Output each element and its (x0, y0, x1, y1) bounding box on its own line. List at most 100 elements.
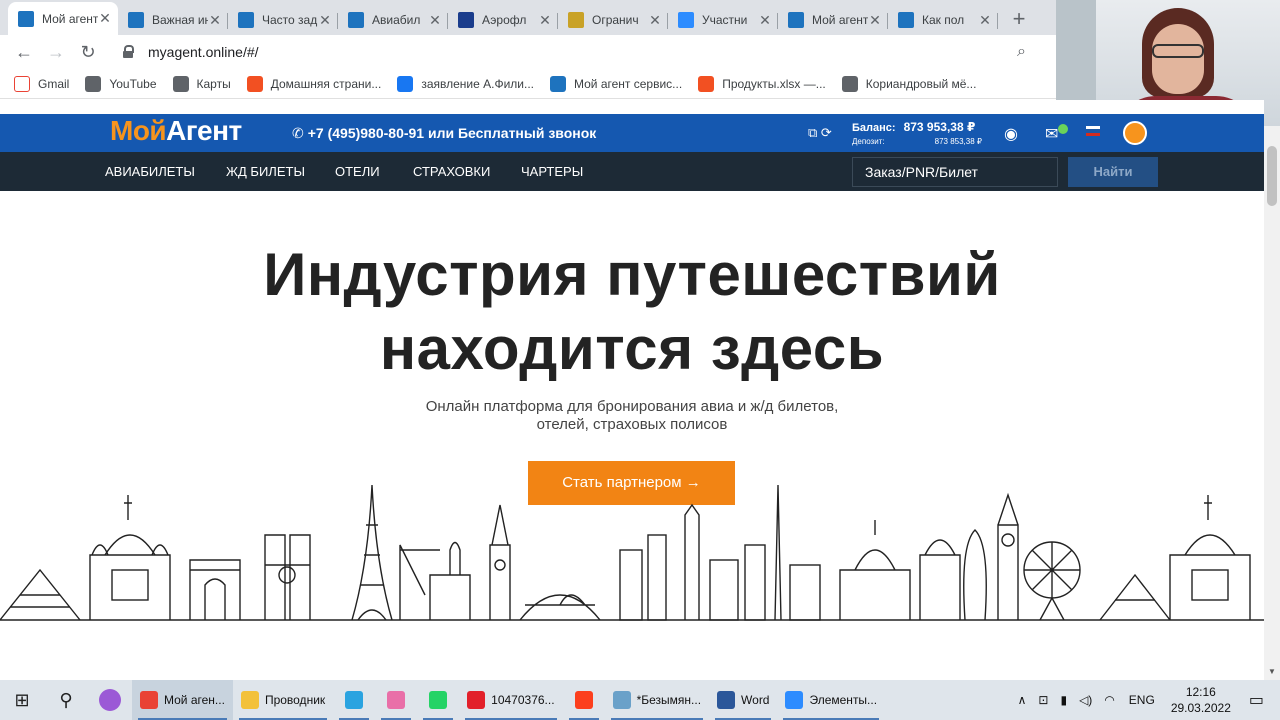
close-tab-icon[interactable]: ✕ (978, 12, 992, 29)
site-logo[interactable]: МойАгент (110, 115, 242, 147)
browser-tab[interactable]: Огранич ✕ (558, 5, 668, 35)
nav-charters[interactable]: ЧАРТЕРЫ (521, 164, 583, 179)
nav-flights[interactable]: АВИАБИЛЕТЫ (105, 164, 195, 179)
user-avatar[interactable] (1123, 121, 1147, 145)
tray-clock[interactable]: 12:16 29.03.2022 (1171, 684, 1231, 716)
browser-tab[interactable]: Мой агент ✕ (8, 2, 118, 35)
taskbar-apps: Мой аген... Проводник 10470376... *Безымян.… (132, 680, 885, 720)
taskbar-app[interactable]: Проводник (233, 680, 333, 720)
close-tab-icon[interactable]: ✕ (98, 10, 112, 27)
bookmark-label: Продукты.xlsx —... (722, 76, 826, 91)
close-tab-icon[interactable]: ✕ (538, 12, 552, 29)
bookmark-label: Карты (196, 76, 231, 91)
browser-tab[interactable]: Как пол ✕ (888, 5, 998, 35)
nav-insurance[interactable]: СТРАХОВКИ (413, 164, 490, 179)
tray-volume-icon[interactable]: ◁) (1079, 693, 1092, 707)
new-tab-icon[interactable]: + (1002, 5, 1036, 35)
taskbar-app-icon (240, 691, 259, 709)
wallet-icons[interactable]: ⧉ ⟳ (808, 125, 832, 141)
close-tab-icon[interactable]: ✕ (868, 12, 882, 29)
forward-icon[interactable]: → (40, 38, 72, 66)
russian-flag-icon[interactable] (1086, 126, 1100, 136)
refresh-balance-icon[interactable]: ⟳ (821, 125, 832, 140)
address-bar[interactable]: myagent.online/#/ ⌕ (110, 38, 1040, 66)
bookmark-item[interactable]: Кориандровый мё... (841, 75, 976, 92)
tab-title: Мой агент (42, 11, 98, 26)
taskbar-app[interactable] (417, 680, 459, 720)
taskbar-app[interactable] (333, 680, 375, 720)
bookmark-label: Мой агент сервис... (574, 76, 683, 91)
phone-link[interactable]: ✆ +7 (495)980-80-91 или Бесплатный звонок (292, 125, 596, 142)
hero-title-line-1: Индустрия путешествий (263, 241, 1001, 308)
taskbar-app[interactable] (375, 680, 417, 720)
taskbar-app[interactable]: 10470376... (459, 680, 562, 720)
taskbar-app[interactable]: Word (709, 680, 777, 720)
order-search-input[interactable] (852, 157, 1058, 187)
logo-part-2: Агент (166, 115, 242, 146)
tab-title: Авиабил (372, 13, 421, 27)
tab-favicon-icon (898, 12, 914, 28)
reload-icon[interactable]: ↻ (72, 38, 104, 66)
tray-chevron-icon[interactable]: ∧ (1018, 693, 1027, 707)
nav-trains[interactable]: ЖД БИЛЕТЫ (226, 164, 305, 179)
bookmark-item[interactable]: Продукты.xlsx —... (698, 75, 826, 92)
taskbar-app-icon (717, 691, 736, 709)
alice-assistant-icon[interactable] (88, 680, 132, 720)
page-scrollbar[interactable]: ▼ (1264, 126, 1280, 680)
taskbar-app[interactable]: Мой аген... (132, 680, 233, 720)
eye-icon[interactable]: ◉ (1004, 124, 1018, 144)
taskbar-app-icon (387, 691, 406, 709)
taskbar-app[interactable] (563, 680, 605, 720)
bookmark-item[interactable]: Мой агент сервис... (550, 75, 683, 92)
bookmark-item[interactable]: заявление А.Фили... (397, 75, 534, 92)
taskbar-app-icon (785, 691, 804, 709)
browser-tab[interactable]: Аэрофл ✕ (448, 5, 558, 35)
close-tab-icon[interactable]: ✕ (758, 12, 772, 29)
bookmark-favicon-icon (14, 75, 30, 92)
close-tab-icon[interactable]: ✕ (318, 12, 332, 29)
browser-tab[interactable]: Мой агент ✕ (778, 5, 888, 35)
tab-title: Важная ин (152, 13, 208, 27)
windows-start-icon[interactable]: ⊞ (0, 680, 44, 720)
bookmark-item[interactable]: Домашняя страни... (246, 75, 381, 92)
tray-mic-icon[interactable]: ▮ (1060, 693, 1067, 707)
webcam-person-glasses (1152, 44, 1204, 58)
bookmarks-bar: Gmail YouTube Карты Домашняя страни... заявл… (0, 69, 1056, 99)
browser-tab[interactable]: Часто зад ✕ (228, 5, 338, 35)
tab-title: Часто зад (262, 13, 318, 27)
scroll-down-arrow-icon[interactable]: ▼ (1268, 667, 1276, 676)
bookmark-item[interactable]: YouTube (85, 75, 157, 92)
hero-title: Индустрия путешествий находится здесь (0, 238, 1264, 386)
scrollbar-thumb[interactable] (1267, 146, 1277, 206)
close-tab-icon[interactable]: ✕ (428, 12, 442, 29)
browser-tab[interactable]: Участни ✕ (668, 5, 778, 35)
taskbar-app-label: Проводник (264, 693, 326, 707)
wallet-icon[interactable]: ⧉ (808, 125, 817, 140)
deposit-label: Депозит: (852, 137, 885, 146)
browser-tab[interactable]: Важная ин ✕ (118, 5, 228, 35)
nav-hotels[interactable]: ОТЕЛИ (335, 164, 380, 179)
bookmark-favicon-icon (172, 75, 189, 92)
tab-favicon-icon (128, 12, 144, 28)
notifications-icon[interactable]: ▭ (1249, 690, 1264, 710)
browser-tab[interactable]: Авиабил ✕ (338, 5, 448, 35)
taskbar-app[interactable]: *Безымян... (605, 680, 709, 720)
browser-toolbar: ← → ↻ myagent.online/#/ ⌕ (0, 35, 1056, 69)
bookmark-item[interactable]: Карты (172, 75, 231, 92)
tray-wifi-icon[interactable]: ◠ (1104, 693, 1114, 707)
bookmark-item[interactable]: Gmail (14, 75, 69, 92)
zoom-icon[interactable]: ⌕ (1017, 43, 1026, 61)
tray-language[interactable]: ENG (1129, 693, 1155, 707)
notification-dot (1058, 124, 1068, 134)
taskbar-app[interactable]: Элементы... (777, 680, 885, 720)
tab-favicon-icon (348, 12, 364, 28)
back-icon[interactable]: ← (8, 38, 40, 66)
close-tab-icon[interactable]: ✕ (208, 12, 222, 29)
search-icon[interactable]: ⚲ (44, 680, 88, 720)
close-tab-icon[interactable]: ✕ (648, 12, 662, 29)
balance-label: Баланс: (852, 122, 896, 134)
find-button[interactable]: Найти (1068, 157, 1158, 187)
tray-network-icon[interactable]: ⊡ (1038, 693, 1048, 707)
mail-icon[interactable]: ✉ (1045, 124, 1058, 144)
lock-icon[interactable] (122, 45, 134, 59)
